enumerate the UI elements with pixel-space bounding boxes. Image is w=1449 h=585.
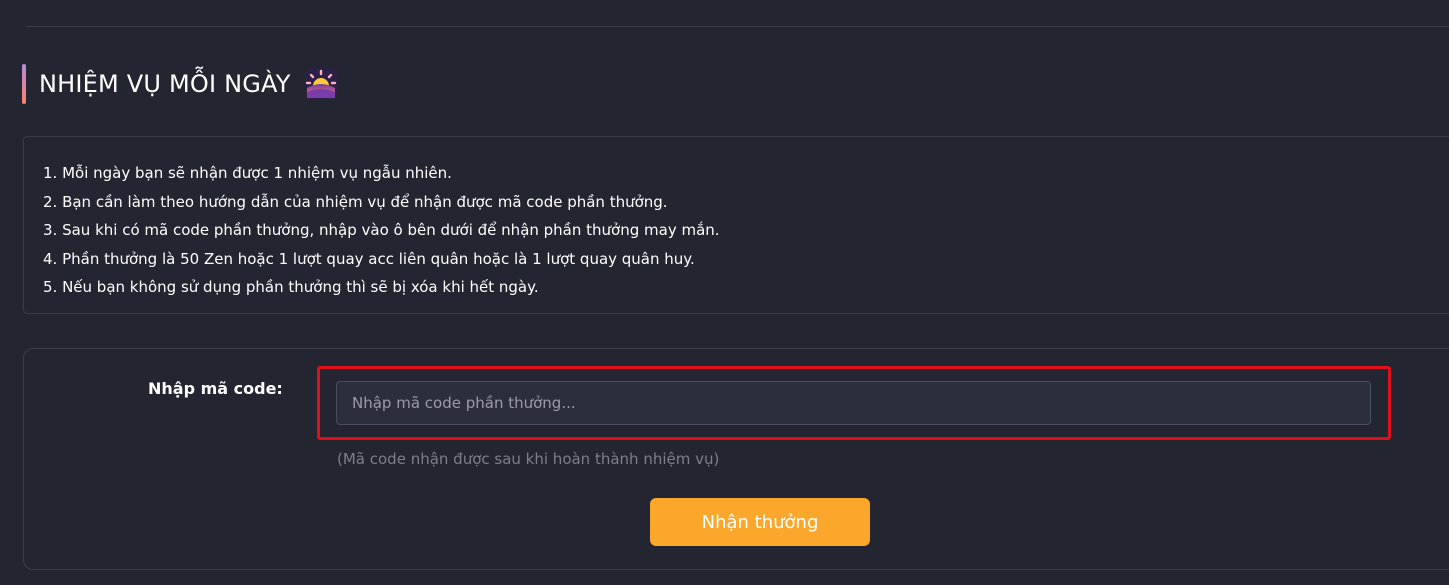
sunrise-emoji-icon bbox=[304, 68, 337, 100]
section-header: NHIỆM VỤ MỖI NGÀY bbox=[22, 62, 339, 106]
rule-item: 5. Nếu bạn không sử dụng phần thưởng thì… bbox=[43, 278, 539, 296]
claim-reward-button[interactable]: Nhận thưởng bbox=[650, 498, 870, 546]
title-accent-bar bbox=[22, 64, 26, 104]
rules-box: 1. Mỗi ngày bạn sẽ nhận được 1 nhiệm vụ … bbox=[23, 136, 1449, 314]
rule-item: 1. Mỗi ngày bạn sẽ nhận được 1 nhiệm vụ … bbox=[43, 164, 452, 182]
rule-item: 2. Bạn cần làm theo hướng dẫn của nhiệm … bbox=[43, 192, 668, 211]
code-field-label: Nhập mã code: bbox=[148, 379, 283, 398]
code-input[interactable] bbox=[336, 381, 1371, 425]
page-title: NHIỆM VỤ MỖI NGÀY bbox=[39, 70, 291, 98]
rule-item: 3. Sau khi có mã code phần thưởng, nhập … bbox=[43, 221, 720, 239]
code-hint-text: (Mã code nhận được sau khi hoàn thành nh… bbox=[337, 450, 720, 468]
code-redeem-panel: Nhập mã code: (Mã code nhận được sau khi… bbox=[23, 348, 1449, 570]
top-divider bbox=[26, 26, 1449, 27]
rule-item: 4. Phần thưởng là 50 Zen hoặc 1 lượt qua… bbox=[43, 249, 695, 268]
